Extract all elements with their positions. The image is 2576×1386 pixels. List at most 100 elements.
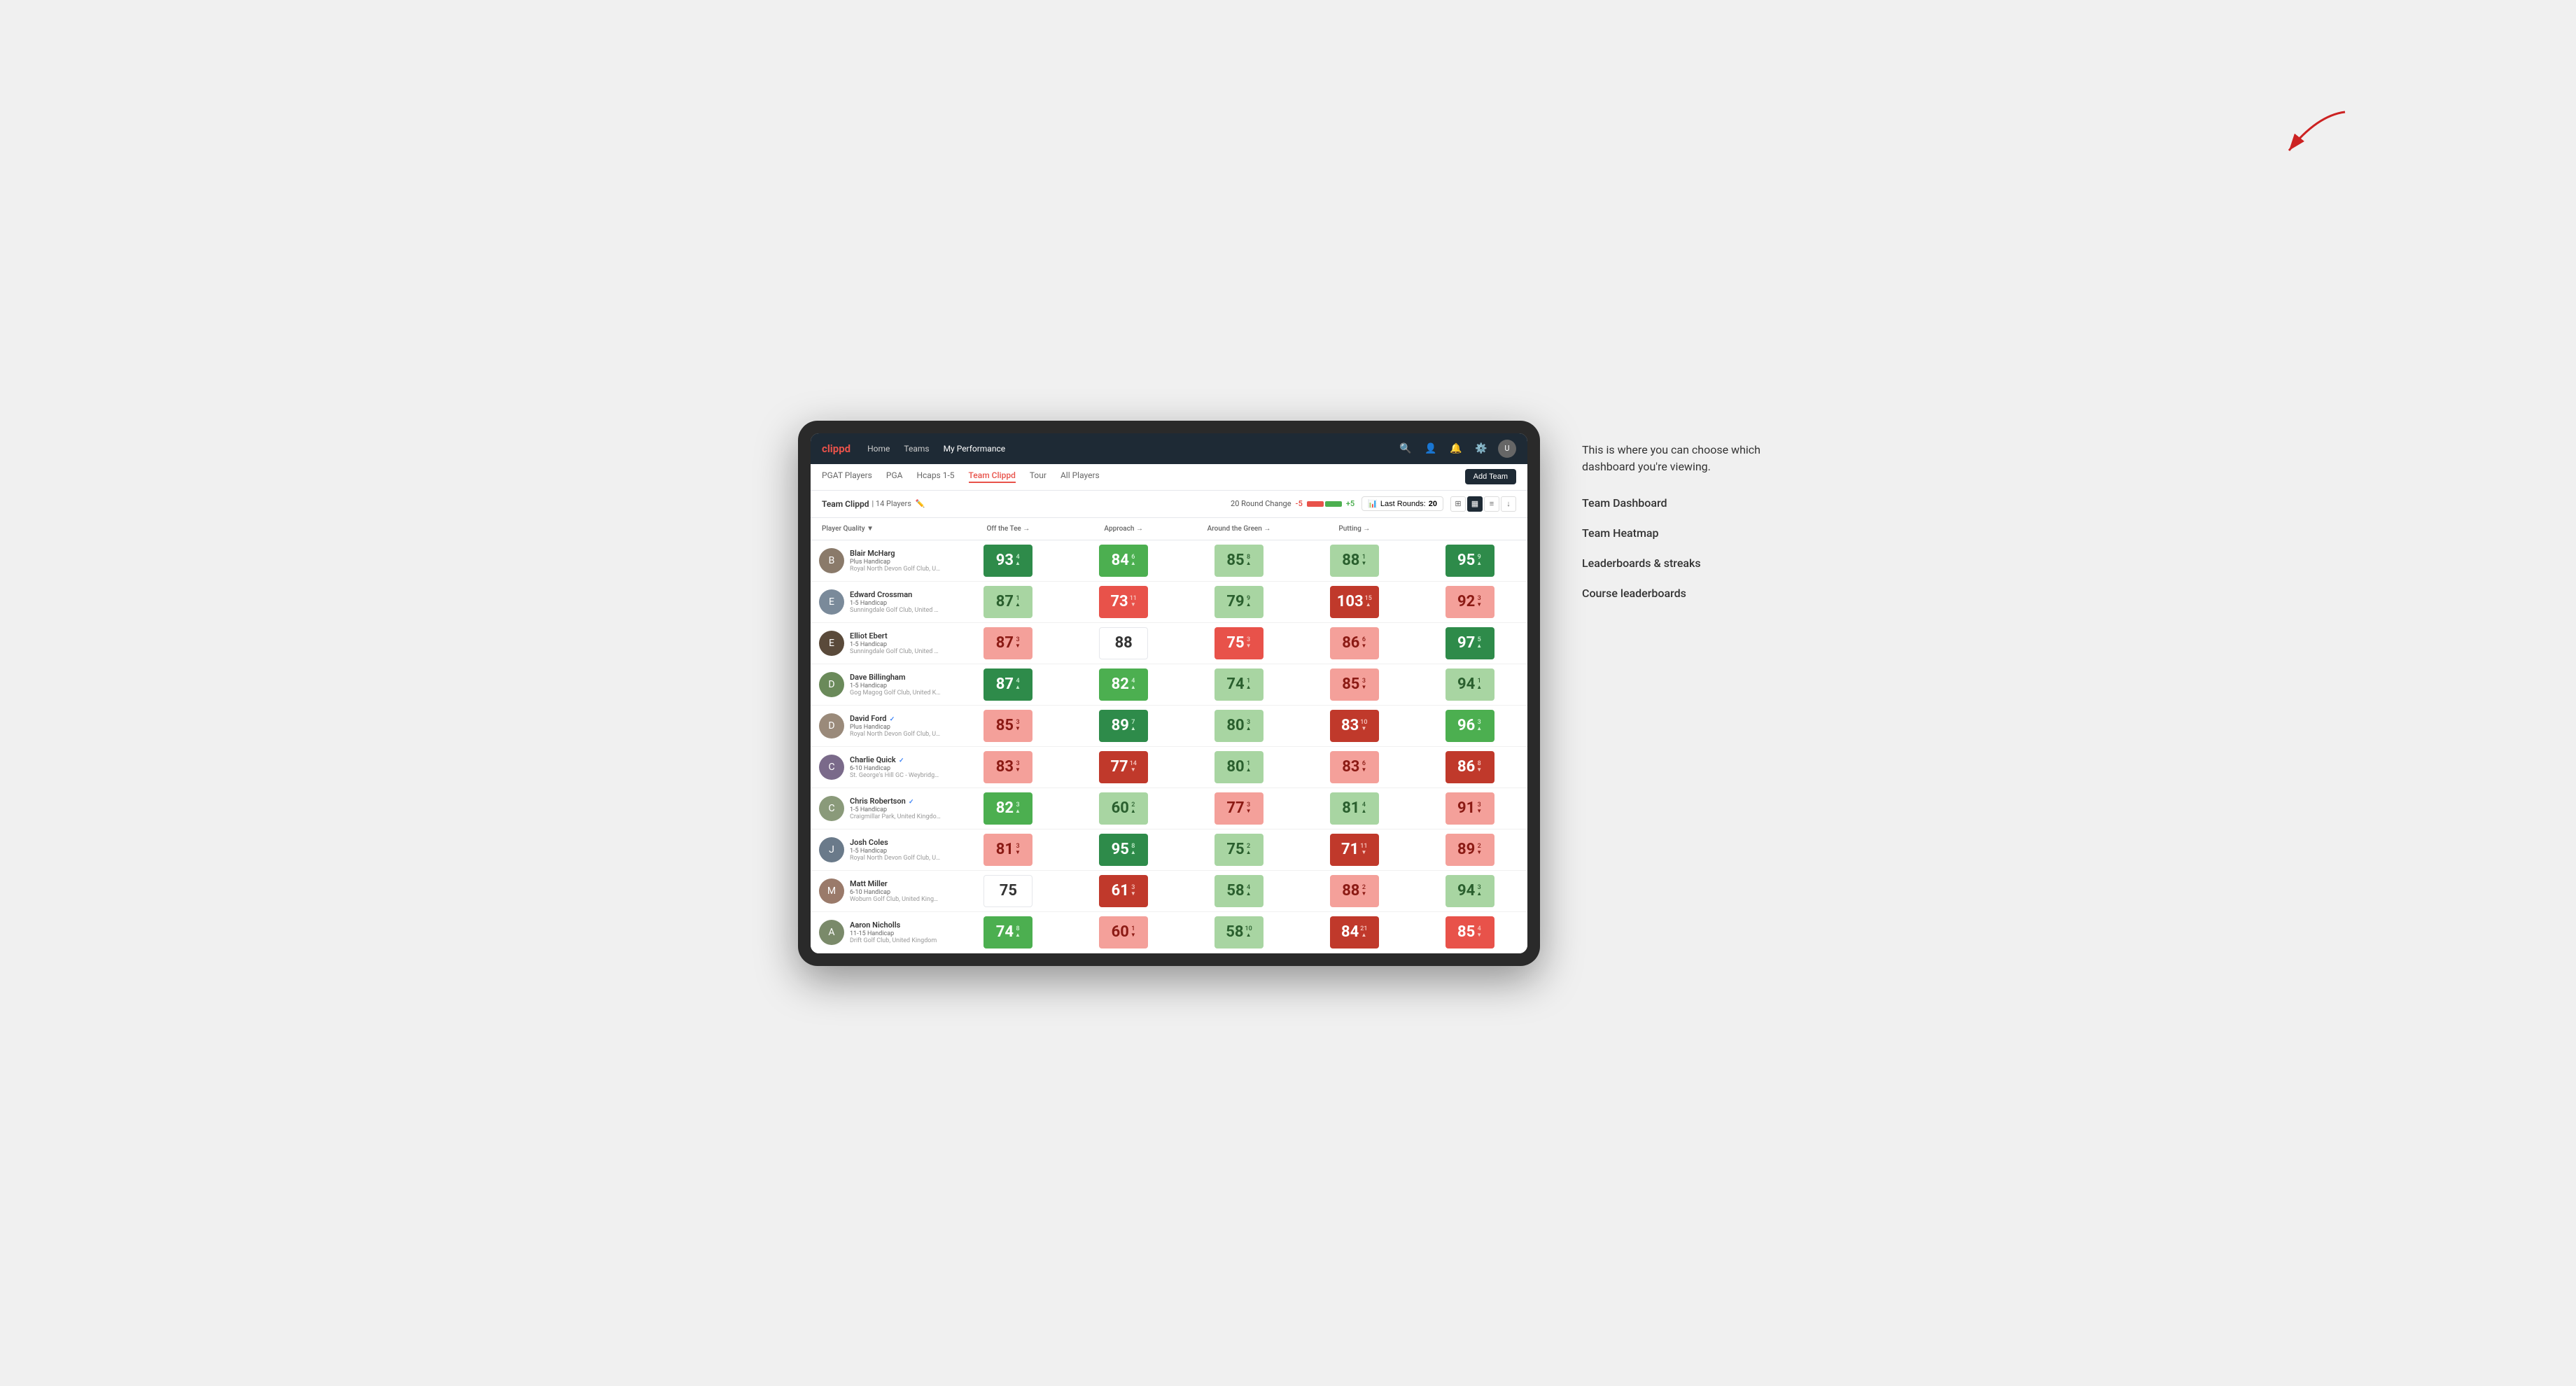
- score-number: 80: [1226, 758, 1244, 776]
- view-export-icon[interactable]: ↓: [1501, 496, 1516, 512]
- table-row[interactable]: MMatt Miller6-10 HandicapWoburn Golf Clu…: [811, 871, 1527, 912]
- score-number: 87: [996, 676, 1014, 693]
- score-number: 79: [1226, 593, 1244, 610]
- table-row[interactable]: DDave Billingham1-5 HandicapGog Magog Go…: [811, 664, 1527, 706]
- score-number: 74: [996, 923, 1014, 941]
- score-number: 93: [996, 552, 1014, 569]
- nav-link-teams[interactable]: Teams: [904, 444, 929, 454]
- score-cell: 853▼: [951, 706, 1066, 746]
- arrow-up-icon: ▲: [1476, 643, 1482, 649]
- score-delta: 3▼: [1476, 596, 1482, 608]
- arrow-up-icon: ▲: [1476, 726, 1482, 732]
- score-number: 89: [1112, 717, 1129, 734]
- score-number: 84: [1341, 923, 1359, 941]
- score-delta: 3▲: [1476, 885, 1482, 897]
- player-info: Josh Coles1-5 HandicapRoyal North Devon …: [850, 838, 941, 862]
- subnav-pga[interactable]: PGA: [886, 470, 903, 483]
- arrow-down-icon: ▼: [1476, 808, 1482, 814]
- score-delta: 2▲: [1130, 802, 1136, 814]
- table-row[interactable]: EElliot Ebert1-5 HandicapSunningdale Gol…: [811, 623, 1527, 664]
- score-cell: 799▲: [1182, 582, 1297, 622]
- score-box: 824▲: [1099, 668, 1148, 701]
- score-box: 5810▲: [1214, 916, 1264, 948]
- edit-icon[interactable]: ✏️: [916, 499, 925, 508]
- score-box: 7311▼: [1099, 586, 1148, 618]
- tablet-screen: clippd Home Teams My Performance 🔍 👤 🔔 ⚙…: [811, 433, 1527, 953]
- score-number: 73: [1110, 593, 1128, 610]
- add-team-button[interactable]: Add Team: [1465, 469, 1516, 484]
- score-box: 941▲: [1446, 668, 1494, 701]
- annotation-item-1: Team Dashboard: [1582, 496, 1778, 510]
- arrow-up-icon: ▲: [1246, 891, 1252, 897]
- arrow-down-icon: ▼: [1130, 932, 1136, 938]
- score-cell: 833▼: [951, 747, 1066, 788]
- score-number: 83: [1342, 758, 1359, 776]
- score-delta: 7▲: [1130, 720, 1136, 732]
- player-name: Charlie Quick ✓: [850, 755, 941, 764]
- player-info: Chris Robertson ✓1-5 HandicapCraigmillar…: [850, 797, 941, 820]
- avatar[interactable]: U: [1498, 440, 1516, 458]
- view-heatmap-icon[interactable]: ▦: [1467, 496, 1483, 512]
- player-club: Royal North Devon Golf Club, United King…: [850, 855, 941, 862]
- player-cell: DDave Billingham1-5 HandicapGog Magog Go…: [811, 664, 951, 705]
- view-grid-icon[interactable]: ⊞: [1450, 496, 1466, 512]
- arrow-up-icon: ▲: [1361, 808, 1366, 814]
- player-club: St. George's Hill GC - Weybridge - Surre…: [850, 772, 941, 779]
- settings-icon[interactable]: ⚙️: [1473, 440, 1490, 457]
- arrow-up-icon: ▲: [1246, 561, 1252, 566]
- score-box: 943▲: [1446, 875, 1494, 907]
- table-row[interactable]: AAaron Nicholls11-15 HandicapDrift Golf …: [811, 912, 1527, 953]
- table-row[interactable]: DDavid Ford ✓Plus HandicapRoyal North De…: [811, 706, 1527, 747]
- score-delta: 6▼: [1361, 761, 1366, 773]
- score-box: 854▼: [1446, 916, 1494, 948]
- arrow-up-icon: ▲: [1246, 602, 1252, 608]
- score-box: 773▼: [1214, 792, 1264, 825]
- score-cell: 913▼: [1412, 788, 1527, 829]
- arrow-down-icon: ▼: [1130, 767, 1136, 773]
- player-handicap: 1-5 Handicap: [850, 641, 941, 648]
- player-avatar: A: [819, 920, 844, 945]
- table-row[interactable]: JJosh Coles1-5 HandicapRoyal North Devon…: [811, 830, 1527, 871]
- nav-links: Home Teams My Performance: [867, 444, 1397, 454]
- nav-link-myperformance[interactable]: My Performance: [944, 444, 1006, 454]
- score-cell: 814▲: [1296, 788, 1412, 829]
- score-cell: 748▲: [951, 912, 1066, 953]
- search-icon[interactable]: 🔍: [1397, 440, 1414, 457]
- player-handicap: 6-10 Handicap: [850, 889, 941, 896]
- last-rounds-button[interactable]: 📊 Last Rounds: 20: [1362, 496, 1443, 511]
- subnav-pgat[interactable]: PGAT Players: [822, 470, 872, 483]
- score-delta: 5▲: [1476, 637, 1482, 649]
- table-row[interactable]: BBlair McHargPlus HandicapRoyal North De…: [811, 540, 1527, 582]
- score-box: 602▲: [1099, 792, 1148, 825]
- score-delta: 3▼: [1246, 802, 1252, 814]
- score-box: 613▼: [1099, 875, 1148, 907]
- table-row[interactable]: CChris Robertson ✓1-5 HandicapCraigmilla…: [811, 788, 1527, 830]
- table-row[interactable]: CCharlie Quick ✓6-10 HandicapSt. George'…: [811, 747, 1527, 788]
- score-cell: 958▲: [1066, 830, 1182, 870]
- arrow-down-icon: ▼: [1361, 850, 1366, 855]
- score-delta: 4▲: [1130, 678, 1136, 690]
- score-box: 814▲: [1330, 792, 1379, 825]
- score-cell: 8421▲: [1296, 912, 1412, 953]
- tablet-frame: clippd Home Teams My Performance 🔍 👤 🔔 ⚙…: [798, 421, 1540, 966]
- annotation-item-2: Team Heatmap: [1582, 526, 1778, 540]
- score-box: 601▼: [1099, 916, 1148, 948]
- table-row[interactable]: EEdward Crossman1-5 HandicapSunningdale …: [811, 582, 1527, 623]
- player-cell: JJosh Coles1-5 HandicapRoyal North Devon…: [811, 830, 951, 870]
- user-icon[interactable]: 👤: [1422, 440, 1439, 457]
- subnav-teamclippd[interactable]: Team Clippd: [969, 470, 1016, 483]
- arrow-up-icon: ▲: [1130, 685, 1136, 690]
- subnav-allplayers[interactable]: All Players: [1060, 470, 1100, 483]
- subnav-hcaps[interactable]: Hcaps 1-5: [916, 470, 954, 483]
- subnav-tour[interactable]: Tour: [1030, 470, 1046, 483]
- score-box: 10315▲: [1330, 586, 1379, 618]
- arrow-down-icon: ▼: [1015, 767, 1021, 773]
- nav-link-home[interactable]: Home: [867, 444, 890, 454]
- bell-icon[interactable]: 🔔: [1448, 440, 1464, 457]
- col-header-approach: Approach →: [1066, 522, 1182, 536]
- arrow-up-icon: ▲: [1130, 850, 1136, 855]
- score-number: 103: [1337, 593, 1364, 610]
- score-delta: 8▲: [1246, 554, 1252, 566]
- view-list-icon[interactable]: ≡: [1484, 496, 1499, 512]
- score-delta: 6▼: [1361, 637, 1366, 649]
